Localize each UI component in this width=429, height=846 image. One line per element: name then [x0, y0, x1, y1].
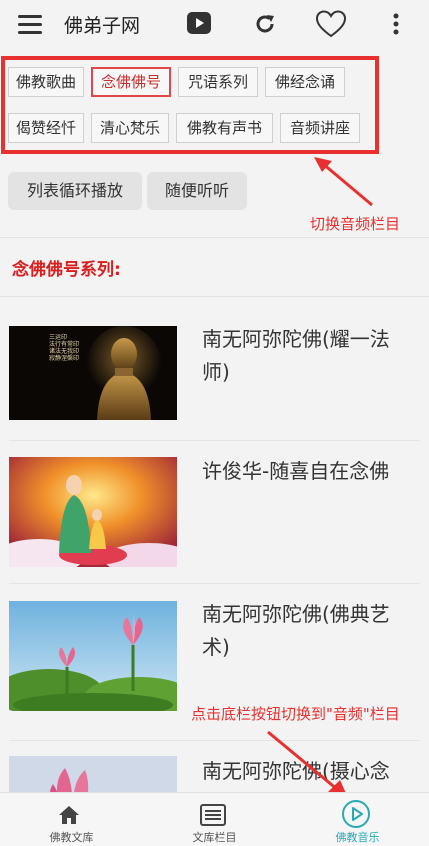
- list-item[interactable]: 三运印 法行有常印 诸法无我印 寂静涅槃印 南无阿弥陀佛(耀一法师): [0, 297, 429, 443]
- refresh-icon[interactable]: [253, 12, 277, 40]
- annotation-top: 切换音频栏目: [310, 215, 401, 233]
- heart-icon[interactable]: [315, 10, 347, 42]
- list-item[interactable]: 许俊华-随喜自在念佛: [0, 441, 429, 583]
- list-item[interactable]: 南无阿弥陀佛(摄心念佛): [0, 741, 429, 792]
- section-title: 念佛佛号系列:: [12, 260, 121, 280]
- app-title: 佛弟子网: [64, 15, 141, 37]
- play-circle-icon: [342, 800, 370, 828]
- catalog-icon: [200, 804, 226, 826]
- nav-label: 文库栏目: [192, 831, 237, 844]
- list-loop-button[interactable]: 列表循环播放: [8, 172, 142, 210]
- item-title: 南无阿弥陀佛(耀一法师): [202, 327, 390, 384]
- nav-catalog[interactable]: 文库栏目: [143, 793, 286, 846]
- buddha-thumbnail: 三运印 法行有常印 诸法无我印 寂静涅槃印: [9, 326, 177, 420]
- category-button[interactable]: 偈赞经忏: [8, 113, 84, 143]
- lotus-thumbnail: [9, 756, 177, 792]
- annotation-arrow-bottom: [267, 730, 348, 798]
- nav-label: 佛教音乐: [335, 831, 380, 844]
- divider: [0, 237, 429, 238]
- annotation-arrow-top: [314, 157, 373, 207]
- play-icon[interactable]: [186, 11, 212, 39]
- category-button[interactable]: 清心梵乐: [91, 113, 169, 143]
- thumbnail-caption: 三运印 法行有常印 诸法无我印 寂静涅槃印: [49, 334, 80, 362]
- category-button[interactable]: 音频讲座: [280, 113, 360, 143]
- category-button[interactable]: 佛经念诵: [265, 67, 345, 97]
- item-title: 南无阿弥陀佛(佛典艺术): [202, 602, 390, 659]
- bottom-nav: 佛教文库 文库栏目 佛教音乐: [0, 792, 429, 846]
- app-header: 佛弟子网: [0, 0, 429, 50]
- item-title: 许俊华-随喜自在念佛: [202, 459, 390, 483]
- annotation-bottom: 点击底栏按钮切换到"音频"栏目: [191, 705, 400, 723]
- guanyin-thumbnail: [9, 457, 177, 567]
- category-button-active[interactable]: 念佛佛号: [91, 67, 171, 97]
- nav-library[interactable]: 佛教文库: [0, 793, 143, 846]
- more-icon[interactable]: [392, 13, 400, 39]
- shuffle-button[interactable]: 随便听听: [147, 172, 247, 210]
- menu-icon[interactable]: [18, 15, 42, 35]
- category-button[interactable]: 咒语系列: [178, 67, 258, 97]
- category-button[interactable]: 佛教有声书: [176, 113, 273, 143]
- category-bar: 佛教歌曲 念佛佛号 咒语系列 佛经念诵 偈赞经忏 清心梵乐 佛教有声书 音频讲座: [0, 56, 429, 156]
- category-button[interactable]: 佛教歌曲: [8, 67, 84, 97]
- nav-music[interactable]: 佛教音乐: [286, 793, 429, 846]
- home-icon: [59, 806, 79, 824]
- nav-label: 佛教文库: [49, 831, 94, 844]
- lotus-thumbnail: [9, 601, 177, 711]
